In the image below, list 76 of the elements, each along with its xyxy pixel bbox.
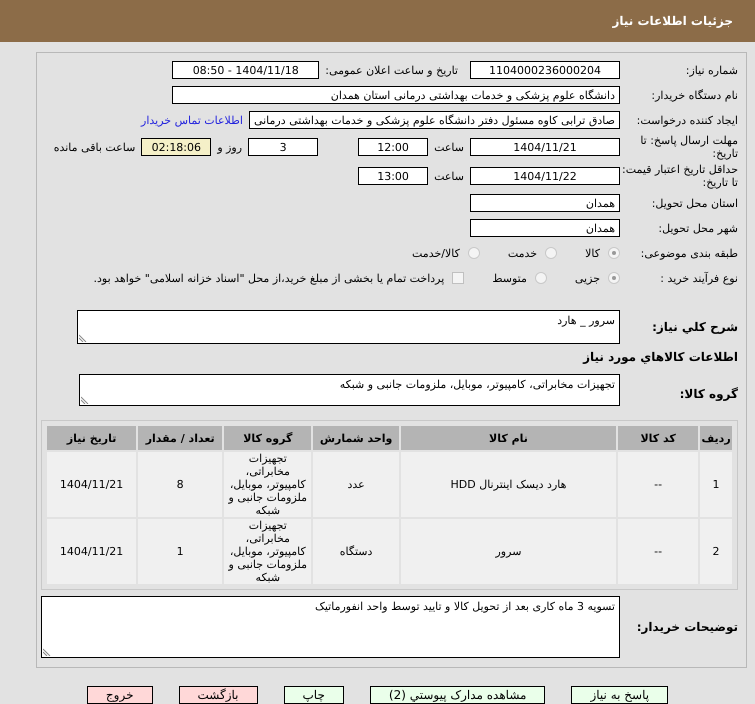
table-cell: تجهیزات مخابراتی، کامپیوتر، موبایل، ملزومات جانبی و شبکه bbox=[224, 452, 312, 517]
field-label: تاریخ و ساعت اعلان عمومی: bbox=[325, 64, 458, 76]
text-field[interactable]: همدان bbox=[470, 194, 620, 212]
column-header: تعداد / مقدار bbox=[138, 426, 222, 450]
radio-label: متوسط bbox=[492, 272, 527, 284]
text-area[interactable]: تسویه 3 ماه کاری بعد از تحویل کالا و تایید توسط واحد انفورماتیک bbox=[41, 596, 620, 658]
field-label: شرح کلي نياز: bbox=[651, 320, 738, 334]
column-header: گروه کالا bbox=[224, 426, 312, 450]
field-label: استان محل تحویل: bbox=[650, 196, 738, 210]
action-button[interactable]: مشاهده مدارک پیوستي (2) bbox=[370, 686, 546, 704]
table-cell: تجهیزات مخابراتی، کامپیوتر، موبایل، ملزومات جانبی و شبکه bbox=[224, 519, 312, 584]
field-label: روز و bbox=[217, 140, 242, 154]
contact-link[interactable]: اطلاعات تماس خریدار bbox=[141, 114, 243, 126]
text-field[interactable]: 1404/11/18 - 08:50 bbox=[172, 61, 320, 79]
checkbox[interactable] bbox=[452, 272, 464, 284]
text-field[interactable]: 1104000236000204 bbox=[470, 61, 620, 79]
table-cell: 2 bbox=[700, 519, 732, 584]
table-cell: دستگاه bbox=[313, 519, 399, 584]
field-label: گروه کالا: bbox=[678, 387, 738, 401]
field-label: ایجاد کننده درخواست: bbox=[636, 114, 738, 126]
radio-button[interactable] bbox=[545, 247, 558, 259]
countdown-field[interactable]: 02:18:06 bbox=[141, 138, 212, 156]
column-header: واحد شمارش bbox=[313, 426, 399, 450]
resize-grip-icon[interactable] bbox=[43, 648, 51, 656]
table-cell: عدد bbox=[313, 452, 399, 517]
action-button[interactable]: پاسخ به نیاز bbox=[571, 686, 668, 704]
column-header: کد کالا bbox=[618, 426, 698, 450]
field-label: ساعت bbox=[434, 170, 464, 182]
radio-label: خدمت bbox=[508, 246, 538, 260]
text-field[interactable]: 13:00 bbox=[358, 167, 428, 185]
field-label: شماره نیاز: bbox=[684, 64, 738, 76]
action-button[interactable]: خروج bbox=[86, 686, 152, 704]
text-field[interactable]: 3 bbox=[248, 138, 318, 156]
table-cell: 1404/11/21 bbox=[47, 452, 136, 517]
table-cell: 1404/11/21 bbox=[47, 519, 136, 584]
table-cell: 1 bbox=[138, 519, 222, 584]
text-field[interactable]: صادق ترابی کاوه مسئول دفتر دانشگاه علوم پزشکی و خدمات بهداشتی درمانی bbox=[248, 111, 620, 129]
table-cell: هارد دیسک اینترنال HDD bbox=[400, 452, 616, 517]
radio-label: کالا/خدمت bbox=[412, 246, 460, 260]
text-field[interactable]: دانشگاه علوم پزشکی و خدمات بهداشتی درمانی استان همدان bbox=[172, 86, 620, 104]
text-field[interactable]: 1404/11/21 bbox=[470, 138, 620, 156]
radio-button[interactable] bbox=[468, 247, 480, 259]
resize-grip-icon[interactable] bbox=[79, 334, 87, 342]
text-area[interactable]: تجهیزات مخابراتی، کامپیوتر، موبایل، ملزومات جانبی و شبکه bbox=[79, 374, 620, 406]
radio-button[interactable] bbox=[534, 272, 547, 284]
text-area[interactable]: سرور _ هارد bbox=[77, 310, 620, 344]
column-header: نام کالا bbox=[400, 426, 616, 450]
table-cell: سرور bbox=[400, 519, 616, 584]
text-field[interactable]: همدان bbox=[470, 219, 620, 237]
field-label: توضیحات خریدار: bbox=[636, 620, 738, 634]
radio-label: جزیی bbox=[574, 272, 600, 284]
action-button[interactable]: بازگشت bbox=[178, 686, 258, 704]
radio-button[interactable] bbox=[608, 272, 620, 284]
field-label: شهر محل تحویل: bbox=[657, 222, 738, 234]
field-label: حداقل تاریخ اعتبار قیمت: تا تاریخ: bbox=[621, 163, 738, 189]
column-header: تاریخ نیاز bbox=[47, 426, 136, 450]
table-cell: -- bbox=[618, 452, 698, 517]
column-header: ردیف bbox=[700, 426, 732, 450]
resize-grip-icon[interactable] bbox=[81, 396, 89, 404]
field-label: ساعت bbox=[434, 140, 464, 154]
field-label: طبقه بندی موضوعی: bbox=[640, 246, 738, 260]
radio-label: کالا bbox=[585, 246, 600, 260]
table-cell: -- bbox=[618, 519, 698, 584]
checkbox-label: پرداخت تمام یا بخشی از مبلغ خرید،از محل "اسناد خزانه اسلامی" خواهد بود. bbox=[94, 272, 444, 284]
field-label: نوع فرآیند خرید : bbox=[659, 272, 738, 284]
page-title: جزئیات اطلاعات نیاز bbox=[612, 14, 733, 28]
text-field[interactable]: 12:00 bbox=[358, 138, 428, 156]
field-label: مهلت ارسال پاسخ: تا تاریخ: bbox=[639, 134, 738, 160]
radio-button[interactable] bbox=[608, 247, 620, 259]
table-cell: 8 bbox=[138, 452, 222, 517]
text-field[interactable]: 1404/11/22 bbox=[470, 167, 620, 185]
table-cell: 1 bbox=[700, 452, 732, 517]
field-label: نام دستگاه خریدار: bbox=[650, 88, 738, 102]
field-label: ساعت باقی مانده bbox=[54, 140, 136, 154]
action-button[interactable]: چاپ bbox=[284, 686, 344, 704]
section-heading: اطلاعات کالاهاي مورد نياز bbox=[582, 350, 738, 364]
